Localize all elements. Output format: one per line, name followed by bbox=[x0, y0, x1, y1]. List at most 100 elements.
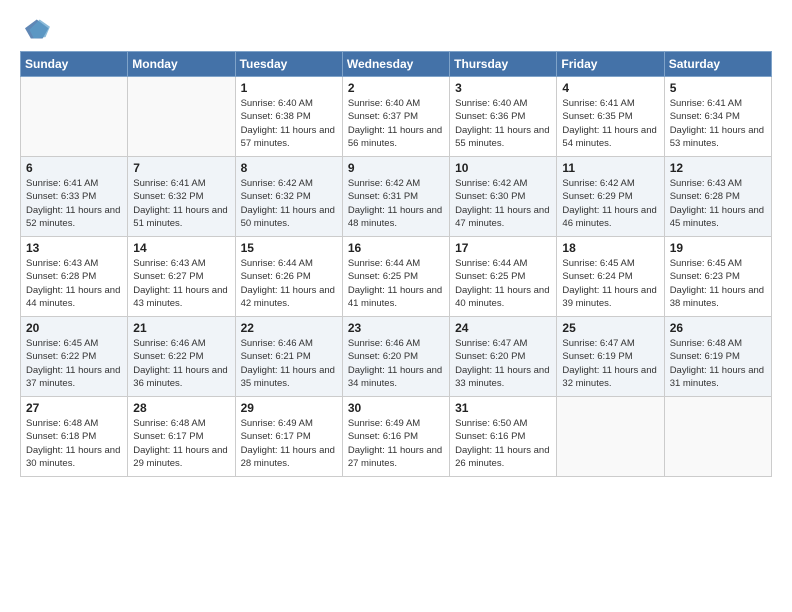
cell-detail: Sunrise: 6:42 AMSunset: 6:31 PMDaylight:… bbox=[348, 177, 444, 230]
calendar-cell: 13 Sunrise: 6:43 AMSunset: 6:28 PMDayligh… bbox=[21, 237, 128, 317]
cell-detail: Sunrise: 6:45 AMSunset: 6:23 PMDaylight:… bbox=[670, 257, 766, 310]
calendar-cell: 20 Sunrise: 6:45 AMSunset: 6:22 PMDayligh… bbox=[21, 317, 128, 397]
cell-detail: Sunrise: 6:40 AMSunset: 6:36 PMDaylight:… bbox=[455, 97, 551, 150]
cell-detail: Sunrise: 6:49 AMSunset: 6:16 PMDaylight:… bbox=[348, 417, 444, 470]
calendar-week-3: 13 Sunrise: 6:43 AMSunset: 6:28 PMDayligh… bbox=[21, 237, 772, 317]
day-number: 30 bbox=[348, 401, 444, 415]
day-number: 19 bbox=[670, 241, 766, 255]
day-number: 24 bbox=[455, 321, 551, 335]
cell-detail: Sunrise: 6:41 AMSunset: 6:35 PMDaylight:… bbox=[562, 97, 658, 150]
calendar-cell: 19 Sunrise: 6:45 AMSunset: 6:23 PMDayligh… bbox=[664, 237, 771, 317]
calendar-cell: 18 Sunrise: 6:45 AMSunset: 6:24 PMDayligh… bbox=[557, 237, 664, 317]
day-number: 26 bbox=[670, 321, 766, 335]
calendar-cell: 29Sunrise: 6:49 AMSunset: 6:17 PMDayligh… bbox=[235, 397, 342, 477]
cell-detail: Sunrise: 6:43 AMSunset: 6:27 PMDaylight:… bbox=[133, 257, 229, 310]
calendar-cell: 21 Sunrise: 6:46 AMSunset: 6:22 PMDayligh… bbox=[128, 317, 235, 397]
days-header-row: SundayMondayTuesdayWednesdayThursdayFrid… bbox=[21, 52, 772, 77]
cell-detail: Sunrise: 6:50 AMSunset: 6:16 PMDaylight:… bbox=[455, 417, 551, 470]
cell-detail: Sunrise: 6:43 AMSunset: 6:28 PMDaylight:… bbox=[26, 257, 122, 310]
cell-detail: Sunrise: 6:46 AMSunset: 6:21 PMDaylight:… bbox=[241, 337, 337, 390]
day-number: 18 bbox=[562, 241, 658, 255]
calendar-cell: 31 Sunrise: 6:50 AMSunset: 6:16 PMDayligh… bbox=[450, 397, 557, 477]
day-header-saturday: Saturday bbox=[664, 52, 771, 77]
day-number: 16 bbox=[348, 241, 444, 255]
cell-detail: Sunrise: 6:46 AMSunset: 6:20 PMDaylight:… bbox=[348, 337, 444, 390]
logo bbox=[20, 18, 50, 45]
logo-icon bbox=[22, 18, 50, 40]
cell-detail: Sunrise: 6:47 AMSunset: 6:19 PMDaylight:… bbox=[562, 337, 658, 390]
day-number: 20 bbox=[26, 321, 122, 335]
day-number: 29 bbox=[241, 401, 337, 415]
page: SundayMondayTuesdayWednesdayThursdayFrid… bbox=[0, 0, 792, 612]
calendar-cell bbox=[128, 77, 235, 157]
calendar-cell: 30 Sunrise: 6:49 AMSunset: 6:16 PMDayligh… bbox=[342, 397, 449, 477]
calendar-cell: 17Sunrise: 6:44 AMSunset: 6:25 PMDayligh… bbox=[450, 237, 557, 317]
cell-detail: Sunrise: 6:48 AMSunset: 6:19 PMDaylight:… bbox=[670, 337, 766, 390]
day-number: 4 bbox=[562, 81, 658, 95]
calendar-cell: 24 Sunrise: 6:47 AMSunset: 6:20 PMDayligh… bbox=[450, 317, 557, 397]
cell-detail: Sunrise: 6:48 AMSunset: 6:18 PMDaylight:… bbox=[26, 417, 122, 470]
day-header-thursday: Thursday bbox=[450, 52, 557, 77]
calendar-cell: 5 Sunrise: 6:41 AMSunset: 6:34 PMDaylight… bbox=[664, 77, 771, 157]
day-number: 1 bbox=[241, 81, 337, 95]
day-header-monday: Monday bbox=[128, 52, 235, 77]
calendar-cell: 27 Sunrise: 6:48 AMSunset: 6:18 PMDayligh… bbox=[21, 397, 128, 477]
cell-detail: Sunrise: 6:40 AMSunset: 6:38 PMDaylight:… bbox=[241, 97, 337, 150]
cell-detail: Sunrise: 6:45 AMSunset: 6:22 PMDaylight:… bbox=[26, 337, 122, 390]
calendar-cell bbox=[664, 397, 771, 477]
calendar-week-1: 1 Sunrise: 6:40 AMSunset: 6:38 PMDaylight… bbox=[21, 77, 772, 157]
day-number: 7 bbox=[133, 161, 229, 175]
calendar-cell: 7 Sunrise: 6:41 AMSunset: 6:32 PMDaylight… bbox=[128, 157, 235, 237]
calendar-cell: 12Sunrise: 6:43 AMSunset: 6:28 PMDayligh… bbox=[664, 157, 771, 237]
cell-detail: Sunrise: 6:41 AMSunset: 6:34 PMDaylight:… bbox=[670, 97, 766, 150]
day-number: 3 bbox=[455, 81, 551, 95]
day-number: 28 bbox=[133, 401, 229, 415]
cell-detail: Sunrise: 6:45 AMSunset: 6:24 PMDaylight:… bbox=[562, 257, 658, 310]
day-number: 31 bbox=[455, 401, 551, 415]
day-number: 10 bbox=[455, 161, 551, 175]
day-header-wednesday: Wednesday bbox=[342, 52, 449, 77]
cell-detail: Sunrise: 6:44 AMSunset: 6:25 PMDaylight:… bbox=[455, 257, 551, 310]
day-number: 21 bbox=[133, 321, 229, 335]
day-number: 25 bbox=[562, 321, 658, 335]
header bbox=[20, 18, 772, 45]
cell-detail: Sunrise: 6:47 AMSunset: 6:20 PMDaylight:… bbox=[455, 337, 551, 390]
cell-detail: Sunrise: 6:42 AMSunset: 6:30 PMDaylight:… bbox=[455, 177, 551, 230]
calendar-cell: 8 Sunrise: 6:42 AMSunset: 6:32 PMDaylight… bbox=[235, 157, 342, 237]
day-number: 13 bbox=[26, 241, 122, 255]
calendar-week-4: 20 Sunrise: 6:45 AMSunset: 6:22 PMDayligh… bbox=[21, 317, 772, 397]
cell-detail: Sunrise: 6:42 AMSunset: 6:29 PMDaylight:… bbox=[562, 177, 658, 230]
calendar-cell: 14Sunrise: 6:43 AMSunset: 6:27 PMDayligh… bbox=[128, 237, 235, 317]
cell-detail: Sunrise: 6:48 AMSunset: 6:17 PMDaylight:… bbox=[133, 417, 229, 470]
calendar-cell: 25 Sunrise: 6:47 AMSunset: 6:19 PMDayligh… bbox=[557, 317, 664, 397]
day-number: 22 bbox=[241, 321, 337, 335]
calendar-cell: 4 Sunrise: 6:41 AMSunset: 6:35 PMDaylight… bbox=[557, 77, 664, 157]
calendar-cell: 16 Sunrise: 6:44 AMSunset: 6:25 PMDayligh… bbox=[342, 237, 449, 317]
cell-detail: Sunrise: 6:42 AMSunset: 6:32 PMDaylight:… bbox=[241, 177, 337, 230]
calendar-cell: 3 Sunrise: 6:40 AMSunset: 6:36 PMDaylight… bbox=[450, 77, 557, 157]
calendar-cell: 10 Sunrise: 6:42 AMSunset: 6:30 PMDayligh… bbox=[450, 157, 557, 237]
day-number: 5 bbox=[670, 81, 766, 95]
cell-detail: Sunrise: 6:44 AMSunset: 6:25 PMDaylight:… bbox=[348, 257, 444, 310]
day-header-sunday: Sunday bbox=[21, 52, 128, 77]
cell-detail: Sunrise: 6:41 AMSunset: 6:32 PMDaylight:… bbox=[133, 177, 229, 230]
day-number: 2 bbox=[348, 81, 444, 95]
cell-detail: Sunrise: 6:43 AMSunset: 6:28 PMDaylight:… bbox=[670, 177, 766, 230]
calendar-cell: 1 Sunrise: 6:40 AMSunset: 6:38 PMDaylight… bbox=[235, 77, 342, 157]
cell-detail: Sunrise: 6:41 AMSunset: 6:33 PMDaylight:… bbox=[26, 177, 122, 230]
day-number: 11 bbox=[562, 161, 658, 175]
calendar-table: SundayMondayTuesdayWednesdayThursdayFrid… bbox=[20, 51, 772, 477]
day-header-friday: Friday bbox=[557, 52, 664, 77]
day-number: 6 bbox=[26, 161, 122, 175]
calendar-cell: 6 Sunrise: 6:41 AMSunset: 6:33 PMDaylight… bbox=[21, 157, 128, 237]
day-number: 27 bbox=[26, 401, 122, 415]
calendar-week-2: 6 Sunrise: 6:41 AMSunset: 6:33 PMDaylight… bbox=[21, 157, 772, 237]
calendar-cell: 26 Sunrise: 6:48 AMSunset: 6:19 PMDayligh… bbox=[664, 317, 771, 397]
cell-detail: Sunrise: 6:44 AMSunset: 6:26 PMDaylight:… bbox=[241, 257, 337, 310]
calendar-cell: 15Sunrise: 6:44 AMSunset: 6:26 PMDayligh… bbox=[235, 237, 342, 317]
calendar-cell bbox=[557, 397, 664, 477]
cell-detail: Sunrise: 6:46 AMSunset: 6:22 PMDaylight:… bbox=[133, 337, 229, 390]
day-number: 8 bbox=[241, 161, 337, 175]
day-header-tuesday: Tuesday bbox=[235, 52, 342, 77]
calendar-cell: 23Sunrise: 6:46 AMSunset: 6:20 PMDayligh… bbox=[342, 317, 449, 397]
